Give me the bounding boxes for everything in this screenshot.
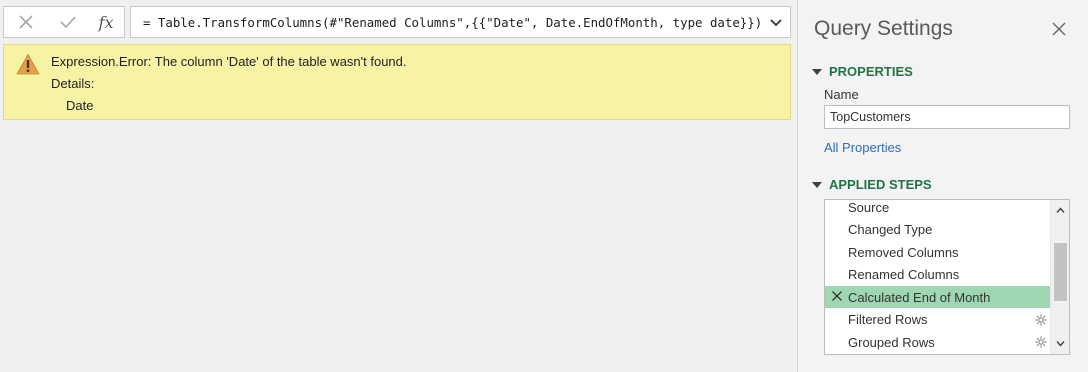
steps-scrollbar[interactable] xyxy=(1050,200,1069,354)
applied-step[interactable]: Source xyxy=(825,199,1051,218)
warning-icon xyxy=(16,53,40,75)
expand-formula-button[interactable] xyxy=(768,16,784,30)
collapse-triangle-icon xyxy=(812,181,822,188)
applied-step[interactable]: Calculated End of Month xyxy=(825,286,1051,308)
formula-buttons: fx xyxy=(3,6,125,38)
error-details-label: Details: xyxy=(51,76,95,91)
applied-step[interactable]: Filtered Rows xyxy=(825,309,1051,331)
applied-step[interactable]: Grouped Rows xyxy=(825,331,1051,353)
formula-bar: fx = Table.TransformColumns(#"Renamed Co… xyxy=(3,6,791,38)
error-banner: Expression.Error: The column 'Date' of t… xyxy=(3,44,791,120)
all-properties-link[interactable]: All Properties xyxy=(824,140,901,155)
cancel-formula-button[interactable] xyxy=(6,7,46,37)
applied-step-label: Grouped Rows xyxy=(848,334,935,350)
applied-step-label: Filtered Rows xyxy=(848,312,928,327)
applied-step-label: Removed Columns xyxy=(848,244,959,260)
checkmark-icon xyxy=(60,16,76,29)
close-icon xyxy=(1052,22,1066,36)
commit-formula-button[interactable] xyxy=(48,7,88,37)
collapse-triangle-icon xyxy=(812,68,822,75)
close-icon xyxy=(19,15,33,29)
applied-step-label: Source xyxy=(848,199,890,215)
step-error-icon xyxy=(832,291,842,301)
applied-step-label: Renamed Columns xyxy=(848,267,960,282)
properties-header: PROPERTIES xyxy=(829,64,913,79)
applied-steps-list: Source Changed Type Removed Columns Renamed… xyxy=(824,199,1070,355)
gear-icon[interactable] xyxy=(1035,336,1047,348)
scroll-down-arrow-icon[interactable] xyxy=(1056,339,1065,348)
name-label: Name xyxy=(824,87,859,102)
chevron-down-icon xyxy=(770,19,782,27)
applied-step[interactable]: Renamed Columns xyxy=(825,264,1051,286)
applied-step-label: Changed Type xyxy=(848,222,933,237)
formula-text[interactable]: = Table.TransformColumns(#"Renamed Colum… xyxy=(143,15,762,30)
error-message: Expression.Error: The column 'Date' of t… xyxy=(51,54,407,69)
applied-step[interactable]: Removed Columns xyxy=(825,241,1051,263)
query-settings-pane: Query Settings PROPERTIES Name TopCustom… xyxy=(797,0,1088,372)
formula-input[interactable]: = Table.TransformColumns(#"Renamed Colum… xyxy=(130,6,791,38)
main-pane: fx = Table.TransformColumns(#"Renamed Co… xyxy=(0,0,797,372)
scroll-up-arrow-icon[interactable] xyxy=(1056,206,1065,215)
applied-step-label: Calculated End of Month xyxy=(848,289,991,305)
close-settings-button[interactable] xyxy=(1050,20,1068,38)
query-name-input[interactable]: TopCustomers xyxy=(824,105,1070,129)
insert-function-button[interactable]: fx xyxy=(86,7,126,37)
applied-step[interactable]: Changed Type xyxy=(825,219,1051,241)
applied-steps-section-toggle[interactable]: APPLIED STEPS xyxy=(812,177,932,192)
error-details-value: Date xyxy=(66,98,94,113)
gear-icon[interactable] xyxy=(1035,314,1047,326)
query-settings-title: Query Settings xyxy=(814,17,953,40)
properties-section-toggle[interactable]: PROPERTIES xyxy=(812,64,913,79)
scroll-thumb[interactable] xyxy=(1054,243,1067,301)
applied-steps-header: APPLIED STEPS xyxy=(829,177,932,192)
